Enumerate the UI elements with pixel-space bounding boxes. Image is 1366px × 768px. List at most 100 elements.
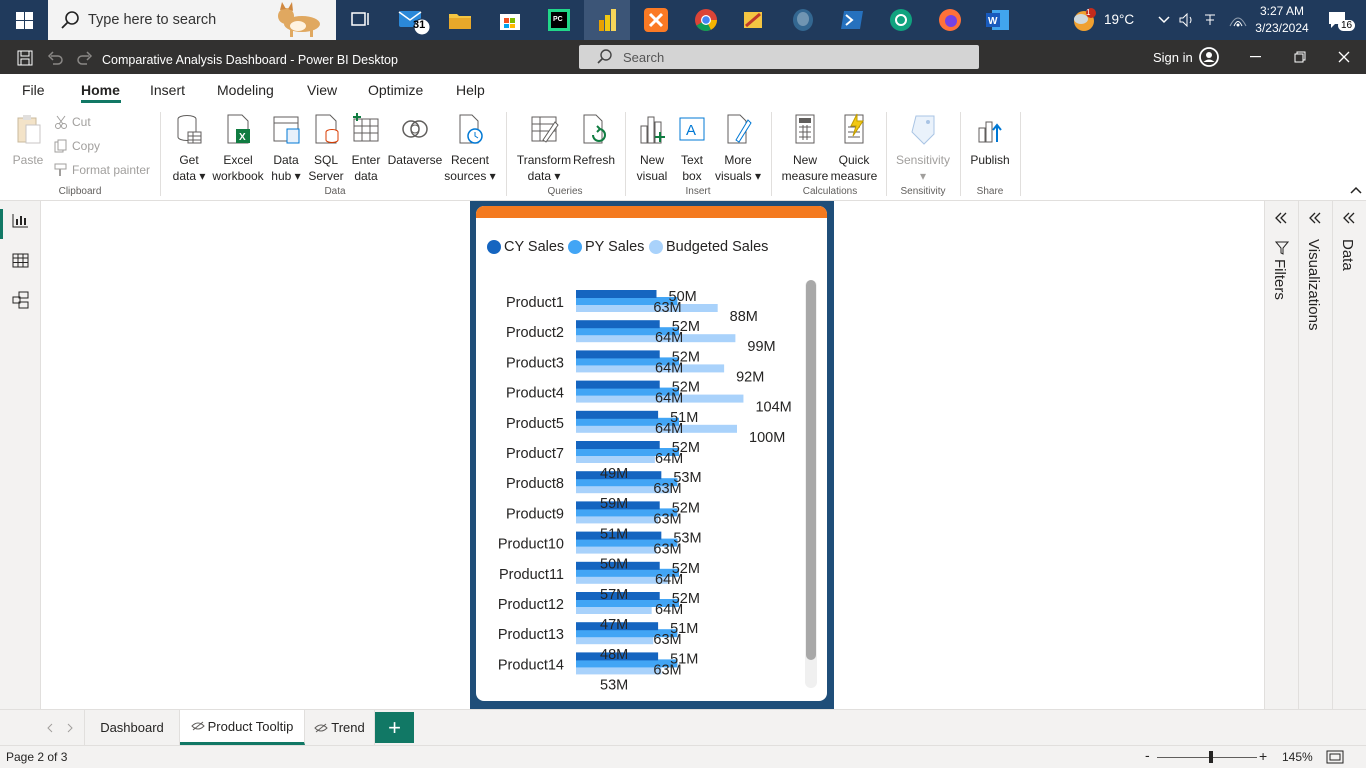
clustered-bar-chart[interactable]: Product1 Product2 Product3 Product4 Product5…: [476, 206, 827, 701]
menu-help[interactable]: Help: [456, 82, 485, 98]
excel-workbook-button[interactable]: X Excel workbook: [210, 112, 266, 184]
recent-sources-button[interactable]: Recent sources ▾: [444, 112, 496, 184]
menu-view[interactable]: View: [307, 82, 337, 98]
bar-cy-sales[interactable]: [576, 410, 659, 419]
redo-icon[interactable]: [77, 50, 93, 66]
bar-cy-sales[interactable]: [576, 441, 660, 449]
add-page-button[interactable]: +: [375, 712, 414, 743]
bar-budgeted-sales[interactable]: [576, 545, 657, 554]
powershell-icon[interactable]: [838, 0, 866, 40]
bar-budgeted-sales[interactable]: [576, 304, 718, 312]
sign-in-link[interactable]: Sign in: [1153, 50, 1193, 65]
tools-app-icon[interactable]: [740, 0, 768, 40]
bar-cy-sales[interactable]: [576, 350, 660, 359]
copy-button[interactable]: Copy: [54, 139, 100, 153]
double-chevron-left-icon[interactable]: [1274, 212, 1288, 224]
cut-button[interactable]: Cut: [54, 115, 91, 129]
chevron-up-icon[interactable]: [1155, 0, 1173, 40]
tab-trend[interactable]: Trend: [305, 710, 375, 745]
user-avatar-icon[interactable]: [1199, 47, 1219, 67]
save-icon[interactable]: [17, 50, 33, 66]
collapse-ribbon-icon[interactable]: [1350, 186, 1362, 194]
notification-center-icon[interactable]: 16: [1320, 0, 1356, 40]
menu-optimize[interactable]: Optimize: [368, 82, 423, 98]
bar-budgeted-sales[interactable]: [576, 575, 668, 584]
undo-icon[interactable]: [47, 50, 63, 66]
fit-to-page-icon[interactable]: [1326, 750, 1344, 764]
taskbar-search-box[interactable]: Type here to search: [48, 0, 336, 40]
tooltip-visual-container[interactable]: CY Sales PY Sales Budgeted Sales Product…: [476, 206, 827, 701]
model-view-icon[interactable]: [12, 291, 29, 309]
file-explorer-icon[interactable]: [446, 0, 474, 40]
bar-budgeted-sales[interactable]: [576, 515, 659, 524]
format-painter-button[interactable]: Format painter: [54, 163, 150, 177]
sensitivity-button[interactable]: Sensitivity ▾: [894, 112, 952, 184]
taskbar-clock[interactable]: 3:27 AM 3/23/2024: [1252, 3, 1312, 37]
minimize-icon[interactable]: [1250, 56, 1262, 58]
firefox-icon[interactable]: [936, 0, 964, 40]
tab-product-tooltip[interactable]: Product Tooltip: [180, 710, 305, 745]
transform-data-button[interactable]: Transform data ▾: [515, 112, 573, 184]
bar-cy-sales[interactable]: [576, 290, 657, 298]
restore-icon[interactable]: [1294, 51, 1306, 63]
bar-budgeted-sales[interactable]: [576, 364, 725, 373]
double-chevron-left-icon[interactable]: [1308, 212, 1322, 224]
task-view-icon[interactable]: [348, 0, 374, 40]
tab-dashboard[interactable]: Dashboard: [84, 710, 180, 745]
filters-pane[interactable]: Filters: [1264, 201, 1298, 709]
app-search-input[interactable]: Search: [579, 45, 979, 69]
double-chevron-left-icon[interactable]: [1342, 212, 1356, 224]
publish-button[interactable]: Publish: [968, 112, 1012, 168]
quick-measure-button[interactable]: Quick measure: [830, 112, 878, 184]
menu-modeling[interactable]: Modeling: [217, 82, 274, 98]
new-measure-label-2: measure: [781, 169, 829, 183]
weather-icon[interactable]: 1: [1068, 0, 1100, 40]
bar-budgeted-sales[interactable]: [576, 636, 654, 645]
refresh-button[interactable]: Refresh: [573, 112, 615, 168]
speaker-icon[interactable]: [1178, 0, 1196, 40]
text-box-button[interactable]: A Text box: [674, 112, 710, 184]
new-measure-button[interactable]: New measure: [780, 112, 830, 184]
chrome-icon[interactable]: [692, 0, 720, 40]
bar-budgeted-sales[interactable]: [576, 455, 655, 463]
bar-cy-sales[interactable]: [576, 380, 660, 389]
zoom-slider-track[interactable]: [1157, 757, 1257, 758]
zoom-in-button[interactable]: +: [1259, 748, 1267, 764]
mail-app-icon[interactable]: 31: [396, 0, 432, 40]
data-pane[interactable]: Data: [1332, 201, 1366, 709]
pycharm-icon[interactable]: PC: [545, 0, 573, 40]
chart-scrollbar-thumb[interactable]: [806, 280, 816, 660]
postgresql-icon[interactable]: [789, 0, 817, 40]
report-view-icon[interactable]: [12, 213, 29, 228]
zoom-slider-thumb[interactable]: [1209, 751, 1213, 763]
menu-insert[interactable]: Insert: [150, 82, 185, 98]
close-icon[interactable]: [1338, 51, 1350, 63]
data-hub-button[interactable]: Data hub ▾: [268, 112, 304, 184]
input-method-icon[interactable]: [1202, 0, 1220, 40]
sql-server-button[interactable]: SQL Server: [308, 112, 344, 184]
start-button[interactable]: [0, 0, 48, 40]
wifi-icon[interactable]: [1228, 0, 1248, 40]
menu-home[interactable]: Home: [81, 82, 120, 98]
visualizations-pane[interactable]: Visualizations: [1298, 201, 1332, 709]
paste-button[interactable]: Paste: [10, 112, 46, 168]
chatgpt-icon[interactable]: [887, 0, 915, 40]
microsoft-store-icon[interactable]: [496, 0, 524, 40]
xampp-icon[interactable]: [642, 0, 670, 40]
chevron-left-icon[interactable]: [46, 723, 54, 733]
paintbrush-icon: [54, 163, 67, 176]
bar-cy-sales[interactable]: [576, 320, 660, 329]
new-visual-button[interactable]: New visual: [633, 112, 671, 184]
chevron-right-icon[interactable]: [66, 723, 74, 733]
table-view-icon[interactable]: [12, 253, 29, 268]
bar-budgeted-sales[interactable]: [576, 666, 662, 675]
word-icon[interactable]: W: [984, 0, 1012, 40]
menu-file[interactable]: File: [22, 82, 45, 98]
enter-data-button[interactable]: Enter data: [348, 112, 384, 184]
dataverse-button[interactable]: Dataverse: [387, 112, 443, 168]
zoom-out-button[interactable]: -: [1145, 747, 1150, 763]
get-data-button[interactable]: Get data ▾: [170, 112, 208, 184]
more-visuals-button[interactable]: More visuals ▾: [714, 112, 762, 184]
power-bi-icon[interactable]: [584, 0, 630, 40]
bar-budgeted-sales[interactable]: [576, 606, 652, 614]
